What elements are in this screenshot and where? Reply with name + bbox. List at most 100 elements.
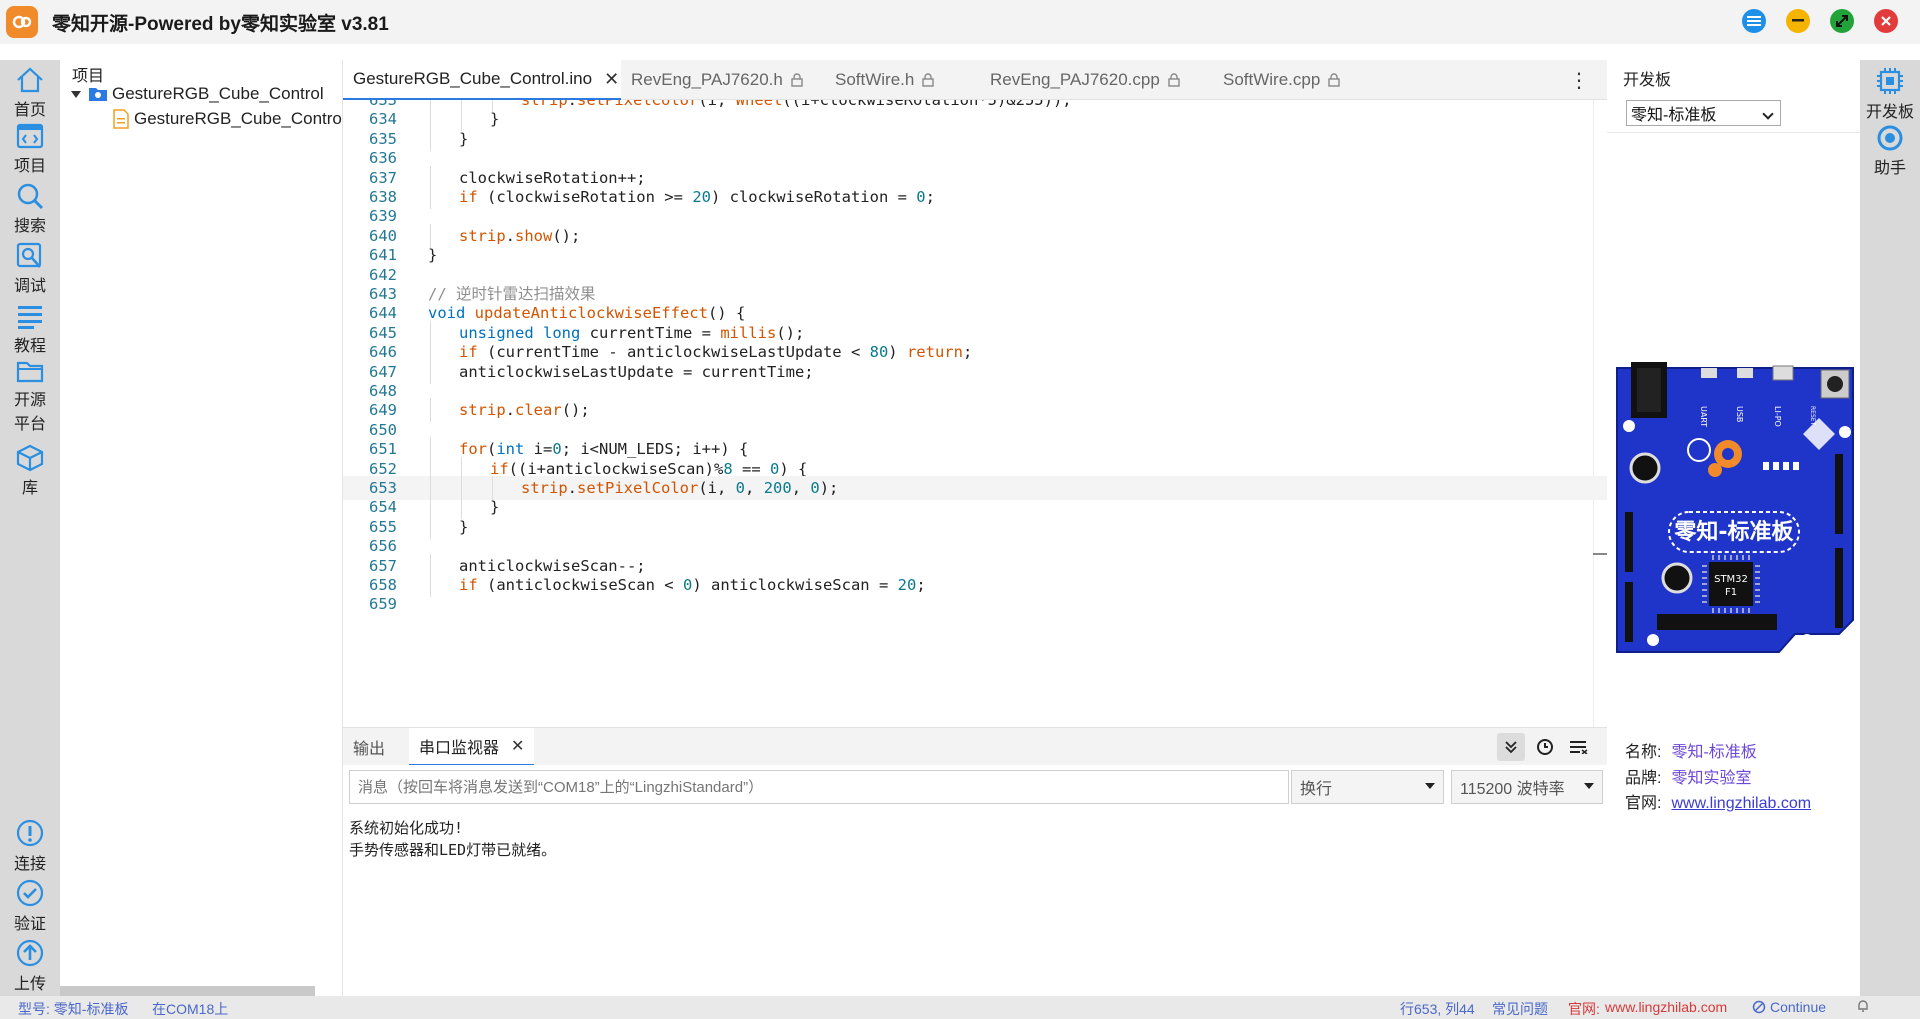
left-activity-bar: 首页 项目 搜索 调试 教程 开源 平台 库 连接 验证 上传	[0, 60, 60, 996]
tree-root-folder[interactable]: GestureRGB_Cube_Control	[70, 84, 324, 104]
chevron-down-icon	[71, 91, 81, 98]
code-token: ;	[925, 188, 935, 206]
status-site-link[interactable]: www.lingzhilab.com	[1605, 999, 1727, 1015]
code-token: strip	[459, 226, 506, 245]
close-icon[interactable]: ✕	[604, 69, 619, 90]
code-token: unsigned	[459, 323, 534, 342]
info-value: 零知实验室	[1671, 770, 1752, 787]
tab-paj7620-h[interactable]: RevEng_PAJ7620.h	[621, 60, 815, 100]
board-icon	[1877, 68, 1903, 94]
serial-output[interactable]: 系统初始化成功! 手势传感器和LED灯带已就绪。	[343, 811, 1607, 996]
divider	[1607, 132, 1860, 133]
autoscroll-icon[interactable]	[1497, 733, 1525, 761]
nav-library[interactable]: 库	[0, 444, 60, 498]
serial-message-input[interactable]	[349, 770, 1289, 804]
code-token: (anticlockwiseScan <	[477, 576, 683, 594]
board-info-site: 官网: www.lingzhilab.com	[1625, 789, 1811, 813]
code-token: }	[459, 517, 469, 536]
app-logo-icon	[6, 6, 38, 38]
nav-tutorial-label: 教程	[13, 338, 46, 355]
code-token: 20	[897, 576, 917, 594]
code-token: for	[459, 440, 487, 459]
website-link[interactable]: www.lingzhilab.com	[1671, 795, 1811, 812]
code-token: 0	[552, 440, 562, 459]
tree-file[interactable]: GestureRGB_Cube_Control	[112, 109, 346, 129]
nav-search[interactable]: 搜索	[0, 182, 60, 236]
project-horizontal-scrollbar[interactable]	[60, 986, 315, 996]
maximize-icon[interactable]	[1830, 9, 1854, 33]
code-token: 20	[692, 188, 711, 206]
tab-label: GestureRGB_Cube_Control.ino	[353, 69, 593, 88]
status-continue[interactable]: Continue	[1752, 999, 1826, 1015]
debug-icon	[16, 242, 42, 268]
clear-output-icon[interactable]	[1565, 733, 1593, 761]
code-token: .	[505, 226, 516, 245]
nav-assistant[interactable]: 助手	[1860, 124, 1920, 178]
code-token: clear	[515, 401, 562, 420]
line-ending-select[interactable]: 换行	[1291, 770, 1444, 804]
output-line: 手势传感器和LED灯带已就绪。	[349, 841, 557, 859]
project-folder-icon	[89, 88, 107, 101]
code-token: 8	[723, 459, 733, 478]
cube-icon	[16, 444, 44, 472]
code-token: ((i+anticlockwiseScan)%	[508, 459, 724, 478]
nav-upload[interactable]: 上传	[0, 938, 60, 994]
menu-icon[interactable]	[1742, 9, 1766, 33]
code-token: 80	[869, 343, 889, 362]
tab-paj7620-cpp[interactable]: RevEng_PAJ7620.cpp	[980, 60, 1190, 100]
nav-board[interactable]: 开发板	[1860, 66, 1920, 122]
tab-serial-label: 串口监视器	[419, 740, 500, 757]
tab-softwire-cpp[interactable]: SoftWire.cpp	[1213, 60, 1363, 100]
code-token: ;	[916, 576, 926, 594]
tab-serial-monitor[interactable]: 串口监视器 ✕	[409, 728, 535, 766]
code-token: 0	[769, 459, 780, 478]
nav-opensource[interactable]: 开源 平台	[0, 358, 60, 434]
close-window-icon[interactable]	[1874, 9, 1898, 33]
status-port: 在COM18上	[152, 1001, 229, 1017]
close-icon[interactable]: ✕	[511, 736, 524, 756]
tab-softwire-h[interactable]: SoftWire.h	[825, 60, 953, 100]
code-line[interactable]: 659	[343, 592, 1607, 616]
timestamp-icon[interactable]	[1531, 733, 1559, 761]
code-token: (clockwiseRotation >=	[477, 188, 693, 206]
nav-home[interactable]: 首页	[0, 66, 60, 120]
code-editor[interactable]: 633 strip.setPixelColor(i, Wheel((i+clock…	[343, 100, 1607, 727]
code-token: }	[459, 129, 469, 148]
editor-tab-bar: GestureRGB_Cube_Control.ino ✕ RevEng_PAJ…	[343, 60, 1607, 100]
code-token: int	[496, 440, 525, 459]
code-token: i=	[524, 440, 553, 459]
code-token: .	[505, 401, 516, 420]
nav-connect[interactable]: 连接	[0, 818, 60, 874]
nav-verify[interactable]: 验证	[0, 878, 60, 934]
baud-rate-select[interactable]: 115200 波特率	[1451, 770, 1603, 804]
code-token: );	[819, 479, 839, 497]
nav-project[interactable]: 项目	[0, 122, 60, 176]
nav-tutorial[interactable]: 教程	[0, 302, 60, 356]
status-faq-link[interactable]: 常见问题	[1492, 999, 1548, 1019]
board-select[interactable]: 零知-标准板	[1626, 100, 1781, 126]
tab-output[interactable]: 输出	[343, 728, 395, 766]
file-icon	[113, 109, 129, 129]
code-token: }	[490, 110, 500, 129]
minimize-icon[interactable]	[1786, 9, 1810, 33]
nav-debug[interactable]: 调试	[0, 242, 60, 296]
app-title: 零知开源-Powered by零知实验室 v3.81	[52, 13, 389, 35]
home-icon	[17, 67, 43, 93]
board-image: UART USB LI-PO RESET 零知-标准板 STM32 F1	[1616, 362, 1854, 653]
code-token: anticlockwiseScan--;	[459, 556, 646, 575]
tab-gesture-ino[interactable]: GestureRGB_Cube_Control.ino ✕	[343, 60, 621, 100]
status-site-label: 官网:	[1568, 1001, 1600, 1017]
code-token: 0	[735, 479, 746, 497]
code-token: 0	[682, 576, 693, 594]
board-info-brand: 品牌: 零知实验室	[1625, 764, 1751, 788]
board-panel-title: 开发板	[1623, 72, 1672, 89]
code-token: setPixelColor	[577, 479, 699, 497]
right-activity-bar: 开发板 助手	[1860, 60, 1920, 996]
code-token: updateAnticlockwiseEffect	[474, 304, 708, 323]
more-options-icon[interactable]: ⋮	[1569, 68, 1589, 93]
notification-bell-icon[interactable]	[1856, 999, 1870, 1016]
code-token: show	[515, 226, 553, 245]
code-token: }	[428, 246, 438, 265]
